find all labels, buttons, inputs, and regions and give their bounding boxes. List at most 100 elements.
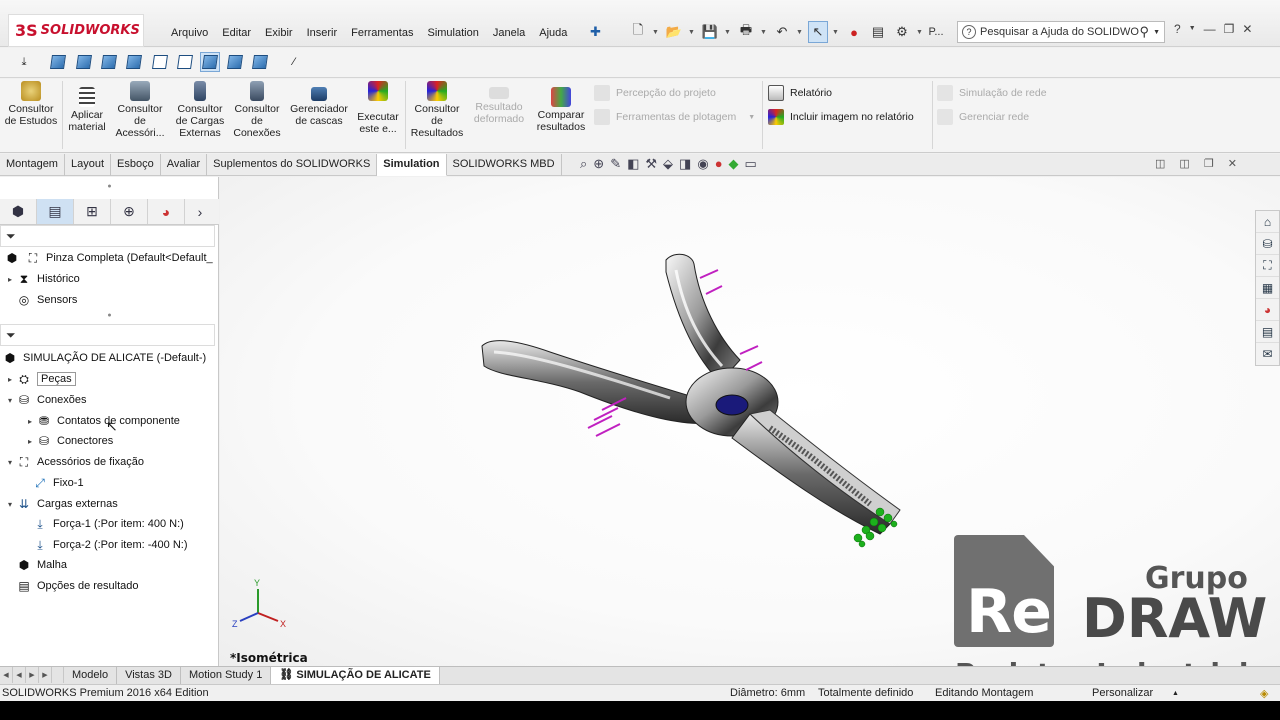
viewport-restore-icon[interactable]: ❐ [1204, 157, 1214, 170]
view-dimetric-icon[interactable] [250, 52, 270, 72]
connections-advisor-button[interactable]: Consultor de Conexões [230, 81, 284, 139]
tab-motion-study[interactable]: Motion Study 1 [181, 667, 272, 684]
collapse-icon[interactable]: ▾ [4, 458, 16, 467]
file-properties-icon[interactable]: ▤ [868, 21, 888, 43]
section-view-icon[interactable]: ◧ [627, 156, 639, 172]
pin-down-icon[interactable]: ⤓ [14, 52, 34, 72]
chevron-down-icon[interactable]: ▼ [832, 21, 840, 43]
shell-manager-button[interactable]: Gerenciador de cascas [286, 87, 352, 127]
panel-splitter[interactable]: ● [0, 311, 219, 321]
dimxpert-manager-tab-icon[interactable]: ⊕ [111, 199, 148, 224]
prev-tab-icon[interactable]: ◀ [13, 667, 26, 683]
tab-modelo[interactable]: Modelo [64, 667, 118, 684]
view-settings-icon[interactable]: ▭ [745, 156, 757, 172]
display-style-icon[interactable]: ◨ [679, 156, 691, 172]
display-manager-tab-icon[interactable]: ◕ [148, 199, 185, 224]
plier-model[interactable] [470, 242, 930, 582]
panel-grip[interactable]: ● [0, 182, 219, 192]
appearances-icon[interactable]: ◕ [1256, 299, 1279, 321]
property-manager-tab-icon[interactable]: ▤ [37, 199, 74, 224]
network-simulation-button[interactable]: Simulação de rede [937, 85, 1047, 101]
tree-root-assembly[interactable]: ⬢ ⛶ Pinza Completa (Default<Default_ [4, 248, 213, 268]
view-back-icon[interactable] [74, 52, 94, 72]
view-orientation-icon[interactable]: ⬙ [663, 156, 673, 172]
deformed-result-button[interactable]: Resultado deformado [470, 87, 528, 125]
zoom-to-area-icon[interactable]: ⊕ [593, 156, 604, 172]
chevron-down-icon[interactable]: ▼ [796, 21, 804, 43]
first-tab-icon[interactable]: ◀ [0, 667, 13, 683]
tile-left-icon[interactable]: ◫ [1155, 157, 1165, 170]
menu-ferramentas[interactable]: Ferramentas [344, 25, 420, 41]
help-icon[interactable]: ? [1174, 22, 1181, 36]
menu-ajuda[interactable]: Ajuda [532, 25, 574, 41]
study-item-malha[interactable]: ⬢ Malha [4, 555, 67, 575]
save-icon[interactable]: 💾 [700, 21, 720, 43]
expand-icon[interactable]: ▸ [4, 375, 16, 384]
undo-icon[interactable]: ↶ [772, 21, 792, 43]
view-front-icon[interactable] [48, 52, 68, 72]
chevron-down-icon[interactable]: ▼ [916, 21, 924, 43]
expand-icon[interactable]: ▸ [4, 275, 16, 284]
expand-icon[interactable]: ▸ [24, 437, 36, 446]
tab-vistas-3d[interactable]: Vistas 3D [117, 667, 181, 684]
view-palette-icon[interactable]: ▦ [1256, 277, 1279, 299]
view-top-icon[interactable] [150, 52, 170, 72]
pin-icon[interactable]: ✚ [590, 24, 601, 40]
tree-filter-input[interactable]: ⏷ [0, 225, 215, 247]
tree-item-historico[interactable]: ▸ ⧗ Histórico [4, 269, 80, 289]
new-document-icon[interactable]: 🗋 [628, 21, 648, 43]
menu-exibir[interactable]: Exibir [258, 25, 300, 41]
chevron-down-icon[interactable]: ▼ [760, 21, 768, 43]
select-pointer-icon[interactable]: ↖ [808, 21, 828, 43]
dynamic-annotation-icon[interactable]: ⚒ [645, 156, 657, 172]
include-image-in-report-button[interactable]: Incluir imagem no relatório [768, 109, 914, 125]
open-folder-icon[interactable]: 📂 [664, 21, 684, 43]
view-isometric-icon[interactable] [200, 52, 220, 72]
view-right-icon[interactable] [124, 52, 144, 72]
print-icon[interactable]: 🖶 [736, 21, 756, 43]
manage-network-button[interactable]: Gerenciar rede [937, 109, 1029, 125]
tab-solidworks-mbd[interactable]: SOLIDWORKS MBD [447, 154, 562, 176]
collapse-icon[interactable]: ▾ [4, 396, 16, 405]
tab-simulacao-alicate[interactable]: ⛓ SIMULAÇÃO DE ALICATE [271, 667, 440, 684]
search-overflow[interactable]: P... [928, 21, 944, 43]
collapse-icon[interactable]: ▾ [4, 500, 16, 509]
results-advisor-button[interactable]: Consultor de Resultados [408, 81, 466, 139]
study-advisor-button[interactable]: Consultor de Estudos [4, 81, 58, 127]
status-customize[interactable]: Personalizar [1092, 687, 1153, 699]
chevron-down-icon[interactable]: ▼ [724, 21, 732, 43]
last-tab-icon[interactable]: ▶ [39, 667, 52, 683]
study-root[interactable]: ⬢ SIMULAÇÃO DE ALICATE (-Default-) [2, 348, 206, 368]
menu-janela[interactable]: Janela [486, 25, 532, 41]
view-left-icon[interactable] [99, 52, 119, 72]
next-tab-icon[interactable]: ▶ [26, 667, 39, 683]
file-explorer-icon[interactable]: ⛶ [1256, 255, 1279, 277]
restore-icon[interactable]: ❐ [1224, 22, 1235, 36]
solidworks-logo[interactable]: 3S SOLIDWORKS [8, 14, 144, 47]
forum-icon[interactable]: ✉ [1256, 343, 1279, 365]
study-item-opcoes-resultado[interactable]: ▤ Opções de resultado [4, 576, 138, 596]
study-item-pecas[interactable]: ▸ ⛭ Peças [4, 369, 76, 389]
zoom-to-fit-icon[interactable]: ⌕ [580, 156, 587, 172]
search-icon[interactable]: ⚲ [1140, 24, 1150, 40]
expand-icon[interactable]: ▸ [24, 417, 36, 426]
menu-simulation[interactable]: Simulation [420, 25, 485, 41]
chevron-down-icon[interactable]: ▼ [652, 21, 660, 43]
tree-item-sensors[interactable]: ◎ Sensors [4, 290, 78, 310]
close-icon[interactable]: ✕ [1242, 22, 1252, 36]
study-item-contatos-componente[interactable]: ▸ ⛃ Contatos de componente [24, 411, 180, 431]
external-loads-advisor-button[interactable]: Consultor de Cargas Externas [172, 81, 228, 139]
tab-esboco[interactable]: Esboço [111, 154, 161, 176]
study-item-conexoes[interactable]: ▾ ⛁ Conexões [4, 390, 87, 410]
apply-material-button[interactable]: Aplicar material [64, 87, 110, 133]
viewport-close-icon[interactable]: ✕ [1228, 157, 1237, 170]
options-gear-icon[interactable]: ⚙ [892, 21, 912, 43]
previous-view-icon[interactable]: ✎ [610, 156, 621, 172]
chevron-down-icon[interactable]: ▼ [1153, 29, 1160, 36]
fixtures-advisor-button[interactable]: Consultor de Acessóri... [112, 81, 168, 139]
feature-manager-tab-icon[interactable]: ⬢ [0, 199, 37, 224]
home-icon[interactable]: ⌂ [1256, 211, 1279, 233]
study-item-conectores[interactable]: ▸ ⛁ Conectores [24, 431, 113, 451]
menu-editar[interactable]: Editar [215, 25, 258, 41]
hide-show-items-icon[interactable]: ◉ [697, 156, 708, 172]
